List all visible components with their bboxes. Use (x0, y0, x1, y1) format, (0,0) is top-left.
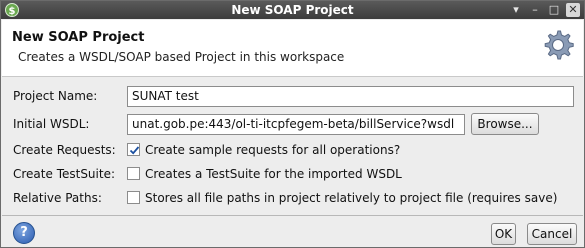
create-requests-checkbox[interactable] (127, 143, 140, 156)
create-testsuite-text: Creates a TestSuite for the imported WSD… (145, 167, 402, 181)
help-button[interactable]: ? (13, 222, 35, 244)
ok-button[interactable]: OK (491, 223, 516, 245)
project-name-label: Project Name: (13, 89, 98, 103)
initial-wsdl-input[interactable]: unat.gob.pe:443/ol-ti-itcpfegem-beta/bil… (127, 114, 465, 135)
banner-title: New SOAP Project (12, 30, 145, 45)
create-testsuite-checkbox[interactable] (127, 167, 140, 180)
project-name-input[interactable]: SUNAT test (127, 86, 574, 107)
gear-icon (541, 28, 575, 62)
minimize-button[interactable]: – (528, 3, 542, 17)
create-requests-label: Create Requests: (13, 143, 116, 157)
banner-subtitle: Creates a WSDL/SOAP based Project in thi… (18, 50, 345, 64)
relative-paths-text: Stores all file paths in project relativ… (145, 191, 558, 205)
create-testsuite-label: Create TestSuite: (13, 167, 116, 181)
window-title: New SOAP Project (231, 3, 354, 17)
maximize-button[interactable]: □ (547, 3, 561, 17)
dialog-banner: New SOAP Project Creates a WSDL/SOAP bas… (2, 20, 583, 77)
create-requests-text: Create sample requests for all operation… (145, 143, 401, 157)
footer-separator (2, 215, 583, 216)
window-menu-button[interactable]: ▾ (509, 3, 523, 17)
checkmark-icon (129, 146, 140, 155)
initial-wsdl-label: Initial WSDL: (13, 117, 90, 131)
title-bar[interactable]: $ New SOAP Project ▾ – □ ✕ (1, 1, 584, 19)
new-soap-project-dialog: $ New SOAP Project ▾ – □ ✕ New SOAP Proj… (0, 0, 585, 248)
close-button[interactable]: ✕ (566, 3, 580, 17)
browse-button[interactable]: Browse... (471, 113, 539, 135)
relative-paths-label: Relative Paths: (13, 191, 102, 205)
relative-paths-checkbox[interactable] (127, 191, 140, 204)
project-form: Project Name: SUNAT test Initial WSDL: u… (2, 78, 583, 214)
cancel-button[interactable]: Cancel (527, 223, 577, 245)
